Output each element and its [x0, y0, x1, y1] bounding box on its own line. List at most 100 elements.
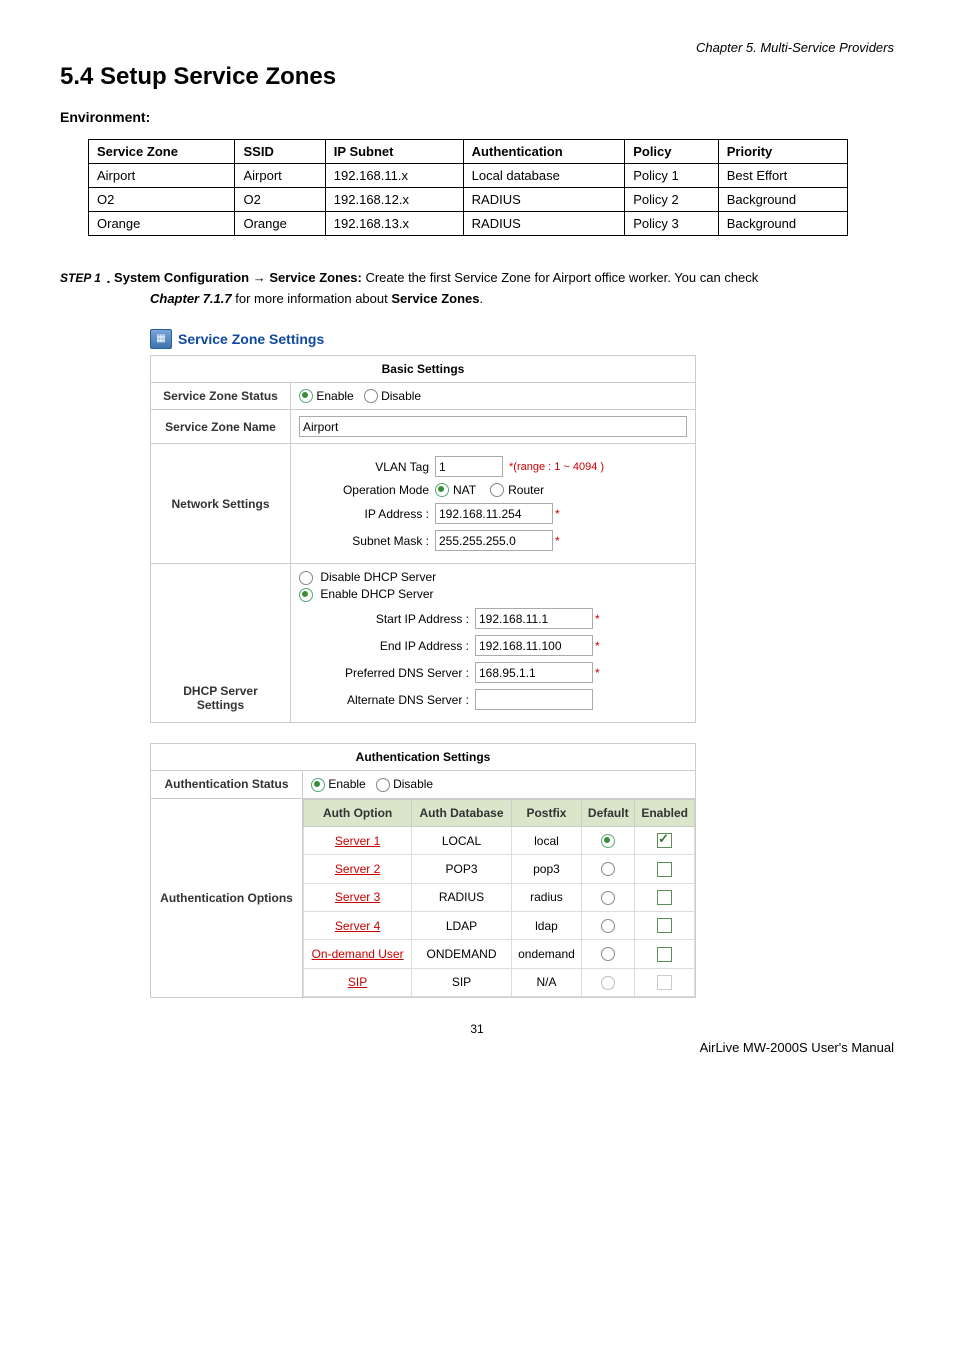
- step-text-1: Create the first Service Zone for Airpor…: [362, 270, 758, 285]
- sz-name-input[interactable]: [299, 416, 687, 437]
- radio-dhcp-disable[interactable]: [299, 571, 313, 585]
- table-cell: 192.168.12.x: [325, 188, 463, 212]
- env-col-header: SSID: [235, 140, 325, 164]
- disable-text: Disable: [381, 389, 421, 403]
- radio-default[interactable]: [601, 862, 615, 876]
- radio-dhcp-enable[interactable]: [299, 588, 313, 602]
- auth-settings-head: Authentication Settings: [151, 744, 696, 771]
- auth-postfix: ondemand: [511, 940, 581, 968]
- radio-default[interactable]: [601, 834, 615, 848]
- table-cell: Best Effort: [718, 164, 847, 188]
- step-bold-2: Service Zones: [391, 291, 479, 306]
- pref-dns-input[interactable]: [475, 662, 593, 683]
- req-marker-icon: *: [595, 639, 600, 653]
- auth-col-header: Auth Option: [304, 799, 412, 826]
- ip-addr-input[interactable]: [435, 503, 553, 524]
- start-ip-input[interactable]: [475, 608, 593, 629]
- table-cell: RADIUS: [463, 212, 625, 236]
- req-marker-icon: *: [555, 507, 560, 521]
- env-col-header: Priority: [718, 140, 847, 164]
- subnet-mask-input[interactable]: [435, 530, 553, 551]
- env-col-header: Authentication: [463, 140, 625, 164]
- auth-row: Server 4LDAPldap: [304, 911, 695, 939]
- radio-disable[interactable]: [364, 389, 378, 403]
- end-ip-input[interactable]: [475, 635, 593, 656]
- radio-auth-disable[interactable]: [376, 778, 390, 792]
- auth-options-label: Authentication Options: [151, 798, 303, 997]
- table-cell: O2: [89, 188, 235, 212]
- environment-table: Service ZoneSSIDIP SubnetAuthenticationP…: [88, 139, 848, 236]
- end-ip-label: End IP Address :: [299, 639, 475, 653]
- radio-default[interactable]: [601, 891, 615, 905]
- table-cell: Background: [718, 188, 847, 212]
- panel-icon: ▦: [150, 329, 172, 349]
- auth-row: On-demand User ONDEMANDondemand: [304, 940, 695, 968]
- radio-enable[interactable]: [299, 389, 313, 403]
- checkbox-enabled[interactable]: [657, 862, 672, 877]
- table-cell: Orange: [235, 212, 325, 236]
- auth-option-link[interactable]: SIP: [348, 975, 367, 989]
- auth-postfix: local: [511, 826, 581, 854]
- table-cell: Policy 2: [625, 188, 719, 212]
- alt-dns-input[interactable]: [475, 689, 593, 710]
- radio-default[interactable]: [601, 919, 615, 933]
- chapter-reference: Chapter 5. Multi-Service Providers: [60, 40, 894, 55]
- auth-status-cell: Enable Disable: [303, 771, 696, 799]
- checkbox-enabled[interactable]: [657, 890, 672, 905]
- auth-option-link[interactable]: Server 2: [335, 862, 380, 876]
- env-col-header: Policy: [625, 140, 719, 164]
- checkbox-enabled[interactable]: [657, 833, 672, 848]
- page-number: 31: [60, 1022, 894, 1036]
- sz-status-label: Service Zone Status: [151, 382, 291, 410]
- auth-db: ONDEMAND: [412, 940, 512, 968]
- checkbox-enabled[interactable]: [657, 947, 672, 962]
- table-cell: 192.168.11.x: [325, 164, 463, 188]
- step-1: STEP 1 . System Configuration → Service …: [60, 268, 894, 309]
- dhcp-settings-cell: Disable DHCP Server Enable DHCP Server S…: [291, 564, 696, 723]
- table-cell: O2: [235, 188, 325, 212]
- auth-option-link[interactable]: On-demand User: [312, 947, 404, 961]
- auth-db: POP3: [412, 855, 512, 883]
- table-row: AirportAirport192.168.11.xLocal database…: [89, 164, 848, 188]
- auth-option-link[interactable]: Server 1: [335, 834, 380, 848]
- table-row: O2O2192.168.12.xRADIUSPolicy 2Background: [89, 188, 848, 212]
- auth-option-link[interactable]: Server 4: [335, 919, 380, 933]
- auth-enable-text: Enable: [328, 777, 365, 791]
- auth-col-header: Default: [582, 799, 635, 826]
- radio-nat[interactable]: [435, 483, 449, 497]
- vlan-tag-input[interactable]: [435, 456, 503, 477]
- radio-default[interactable]: [601, 947, 615, 961]
- pref-dns-label: Preferred DNS Server :: [299, 666, 475, 680]
- step-chapter-ref: Chapter 7.1.7: [150, 291, 232, 306]
- vlan-range-note: *(range : 1 ~ 4094 ): [509, 461, 604, 473]
- auth-row: Server 3RADIUSradius: [304, 883, 695, 911]
- radio-router[interactable]: [490, 483, 504, 497]
- sz-name-label: Service Zone Name: [151, 410, 291, 444]
- basic-settings-head: Basic Settings: [151, 355, 696, 382]
- auth-db: LDAP: [412, 911, 512, 939]
- req-marker-icon: *: [555, 534, 560, 548]
- auth-postfix: radius: [511, 883, 581, 911]
- auth-option-link[interactable]: Server 3: [335, 890, 380, 904]
- auth-options-inner-table: Auth OptionAuth DatabasePostfixDefaultEn…: [303, 799, 695, 997]
- radio-auth-enable[interactable]: [311, 778, 325, 792]
- checkbox-enabled[interactable]: [657, 918, 672, 933]
- sz-name-cell: [291, 410, 696, 444]
- auth-settings-table: Authentication Settings Authentication S…: [150, 743, 696, 998]
- auth-options-cell: Auth OptionAuth DatabasePostfixDefaultEn…: [303, 798, 696, 997]
- panel-title: Service Zone Settings: [178, 331, 324, 347]
- network-settings-cell: VLAN Tag *(range : 1 ~ 4094 ) Operation …: [291, 444, 696, 564]
- vlan-tag-label: VLAN Tag: [299, 460, 435, 474]
- auth-status-label: Authentication Status: [151, 771, 303, 799]
- bullet-icon: .: [107, 270, 111, 286]
- radio-default: [601, 976, 615, 990]
- auth-disable-text: Disable: [393, 777, 433, 791]
- auth-row: Server 2 POP3pop3: [304, 855, 695, 883]
- table-cell: Airport: [235, 164, 325, 188]
- table-cell: RADIUS: [463, 188, 625, 212]
- step-text-3: .: [480, 291, 484, 306]
- auth-col-header: Enabled: [635, 799, 695, 826]
- table-cell: Local database: [463, 164, 625, 188]
- auth-postfix: pop3: [511, 855, 581, 883]
- ip-addr-label: IP Address :: [299, 507, 435, 521]
